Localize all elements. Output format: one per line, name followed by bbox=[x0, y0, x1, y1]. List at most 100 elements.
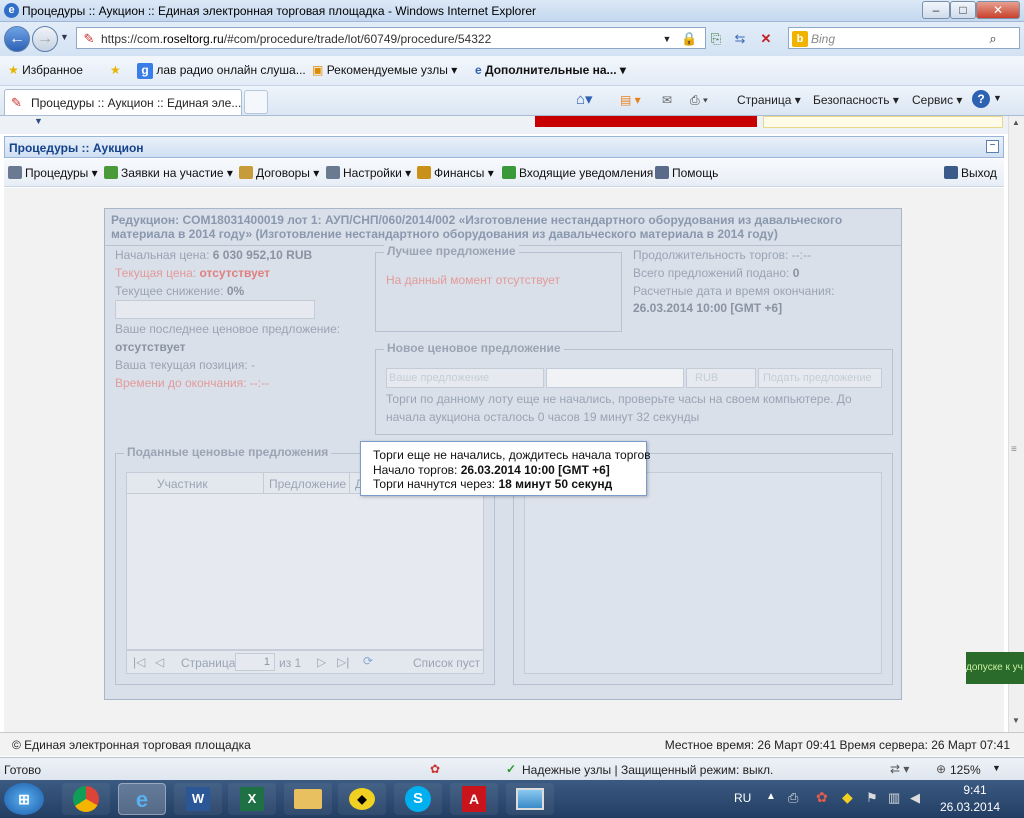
clock-time[interactable]: 9:41 bbox=[952, 783, 998, 797]
time-left-row: Времени до окончания: --:-- bbox=[115, 376, 269, 390]
menu-settings[interactable]: Настройки ▾ bbox=[326, 166, 411, 180]
pager-empty-text: Список пуст bbox=[413, 656, 481, 670]
service-menu[interactable]: Сервис ▾ bbox=[912, 93, 962, 107]
favorite-link-recommended[interactable]: ▣ Рекомендуемые узлы ▾ bbox=[312, 63, 457, 77]
clock-date[interactable]: 26.03.2014 bbox=[940, 800, 1000, 814]
first-page-icon[interactable]: |◁ bbox=[133, 655, 145, 669]
current-decrease-row: Текущее снижение: 0% bbox=[115, 284, 244, 298]
refresh-icon[interactable]: ⟳ bbox=[363, 654, 373, 668]
chrome-icon[interactable] bbox=[62, 783, 110, 815]
search-placeholder: Bing bbox=[811, 32, 836, 46]
favorites-button[interactable]: ★ Избранное bbox=[8, 63, 83, 77]
menu-applications[interactable]: Заявки на участие ▾ bbox=[104, 166, 233, 180]
folder-icon[interactable] bbox=[284, 783, 332, 815]
scroll-grip-icon[interactable]: ≡ bbox=[1011, 444, 1017, 455]
tray-bat-icon[interactable]: ◆ bbox=[842, 789, 853, 806]
excel-icon[interactable]: X bbox=[228, 783, 276, 815]
best-offer-title: Лучшее предложение bbox=[384, 244, 519, 258]
exit-label: Выход bbox=[961, 166, 997, 180]
mail-icon[interactable]: ✉ bbox=[662, 93, 672, 107]
tray-app-icon[interactable]: ✿ bbox=[816, 789, 828, 806]
compatibility-icon[interactable]: ⎘ bbox=[708, 31, 724, 47]
page-menu[interactable]: Страница ▾ bbox=[737, 93, 801, 107]
menu-contracts-label: Договоры ▾ bbox=[256, 166, 320, 180]
home-icon[interactable]: ⌂▾ bbox=[576, 90, 593, 108]
new-tab-button[interactable] bbox=[244, 90, 268, 114]
skype-icon[interactable]: S bbox=[394, 783, 442, 815]
history-dropdown-icon[interactable]: ▼ bbox=[60, 32, 69, 42]
forward-button[interactable]: → bbox=[32, 26, 58, 52]
offer-amount-input[interactable] bbox=[546, 368, 684, 388]
zoom-level[interactable]: 125% bbox=[950, 763, 981, 777]
vertical-scrollbar[interactable]: ▲ ≡ ▼ bbox=[1008, 116, 1024, 732]
auction-header: Редукцион: COM18031400019 лот 1: АУП/СНП… bbox=[111, 213, 843, 241]
bat-app-icon[interactable]: ◆ bbox=[338, 783, 386, 815]
lock-icon[interactable]: 🔒 bbox=[681, 31, 697, 47]
tooltip-countdown-label: Торги начнутся через: bbox=[373, 477, 496, 491]
side-badge[interactable]: допуске к уч bbox=[966, 652, 1024, 684]
window-title: Процедуры :: Аукцион :: Единая электронн… bbox=[22, 4, 536, 18]
exit-icon bbox=[944, 166, 958, 179]
column-participant[interactable]: Участник bbox=[157, 477, 208, 491]
menu-notifications[interactable]: Входящие уведомления bbox=[502, 166, 653, 180]
menu-settings-label: Настройки ▾ bbox=[343, 166, 412, 180]
zoom-icon[interactable]: ⊕ bbox=[936, 762, 946, 776]
favorite-link-addons[interactable]: e Дополнительные на... ▾ bbox=[475, 63, 626, 77]
browser-tab[interactable]: ✎ Процедуры :: Аукцион :: Единая эле... bbox=[4, 89, 242, 115]
menu-help[interactable]: Помощь bbox=[655, 166, 718, 180]
scroll-up-icon[interactable]: ▲ bbox=[1012, 118, 1020, 127]
stop-icon[interactable]: ✕ bbox=[758, 31, 774, 47]
zoom-dropdown-icon[interactable]: ▼ bbox=[992, 763, 1001, 773]
zone-settings-icon[interactable]: ⇄ ▾ bbox=[890, 762, 909, 776]
menu-finance[interactable]: Финансы ▾ bbox=[417, 166, 494, 180]
submit-offer-button[interactable]: Подать предложение bbox=[758, 368, 882, 388]
minimize-button[interactable]: – bbox=[922, 1, 950, 19]
search-field[interactable]: b Bing ⌕ bbox=[788, 27, 1020, 49]
window-titlebar: e Процедуры :: Аукцион :: Единая электро… bbox=[0, 0, 1024, 22]
next-page-icon[interactable]: ▷ bbox=[317, 655, 326, 669]
refresh-icon[interactable]: ⇆ bbox=[732, 31, 748, 47]
tray-expand-icon[interactable]: ▲ bbox=[766, 791, 776, 802]
menu-procedures[interactable]: Процедуры ▾ bbox=[8, 166, 98, 180]
image-viewer-icon[interactable] bbox=[506, 783, 554, 815]
last-offer-label: Ваше последнее ценовое предложение: bbox=[115, 322, 341, 336]
tray-network-icon[interactable]: ▥ bbox=[888, 790, 900, 806]
feeds-icon[interactable]: ▤ ▾ bbox=[620, 93, 641, 107]
column-offer[interactable]: Предложение bbox=[269, 477, 346, 491]
word-icon[interactable]: W bbox=[174, 783, 222, 815]
collapse-arrow-icon[interactable]: ▼ bbox=[34, 116, 43, 126]
exit-button[interactable]: Выход bbox=[944, 166, 997, 180]
collapse-panel-icon[interactable]: − bbox=[986, 140, 999, 153]
menu-contracts[interactable]: Договоры ▾ bbox=[239, 166, 319, 180]
page-number-input[interactable]: 1 bbox=[235, 653, 275, 671]
ie-taskbar-icon[interactable]: e bbox=[118, 783, 166, 815]
status-zone[interactable]: Надежные узлы | Защищенный режим: выкл. bbox=[522, 763, 773, 777]
favorite-link-radio[interactable]: g лав радио онлайн слуша... bbox=[137, 63, 306, 79]
status-addon-icon[interactable]: ✿ bbox=[430, 762, 440, 776]
print-icon[interactable]: ⎙ ▾ bbox=[690, 93, 708, 108]
favorite-addons-label: Дополнительные на... ▾ bbox=[485, 63, 626, 77]
language-indicator[interactable]: RU bbox=[734, 791, 751, 805]
start-button[interactable]: ⊞ bbox=[4, 783, 44, 815]
url-dropdown-icon[interactable]: ▼ bbox=[659, 31, 675, 47]
close-window-button[interactable]: ✕ bbox=[976, 1, 1020, 19]
help-dropdown-icon[interactable]: ▼ bbox=[993, 93, 1002, 103]
your-offer-label: Ваше предложение bbox=[386, 368, 544, 388]
current-price-label: Текущая цена: bbox=[115, 266, 197, 280]
safety-menu[interactable]: Безопасность ▾ bbox=[813, 93, 899, 107]
back-button[interactable]: ← bbox=[4, 26, 30, 52]
tray-flag-icon[interactable]: ⚑ bbox=[866, 790, 878, 806]
scroll-down-icon[interactable]: ▼ bbox=[1012, 716, 1020, 725]
search-icon[interactable]: ⌕ bbox=[985, 31, 1001, 47]
last-page-icon[interactable]: ▷| bbox=[337, 655, 349, 669]
last-offer-value: отсутствует bbox=[115, 340, 186, 354]
help-icon[interactable]: ? bbox=[972, 90, 990, 108]
url-field[interactable]: ✎ https://com.roseltorg.ru/#com/procedur… bbox=[76, 27, 706, 49]
auction-tooltip: Торги еще не начались, дождитесь начала … bbox=[360, 441, 651, 496]
tray-volume-icon[interactable]: ◀ bbox=[910, 790, 920, 806]
add-favorite-icon[interactable]: ★ bbox=[110, 63, 121, 77]
prev-page-icon[interactable]: ◁ bbox=[155, 655, 164, 669]
acrobat-icon[interactable]: A bbox=[450, 783, 498, 815]
maximize-button[interactable]: □ bbox=[950, 1, 976, 19]
tray-printer-icon[interactable]: ⎙ bbox=[788, 790, 798, 806]
